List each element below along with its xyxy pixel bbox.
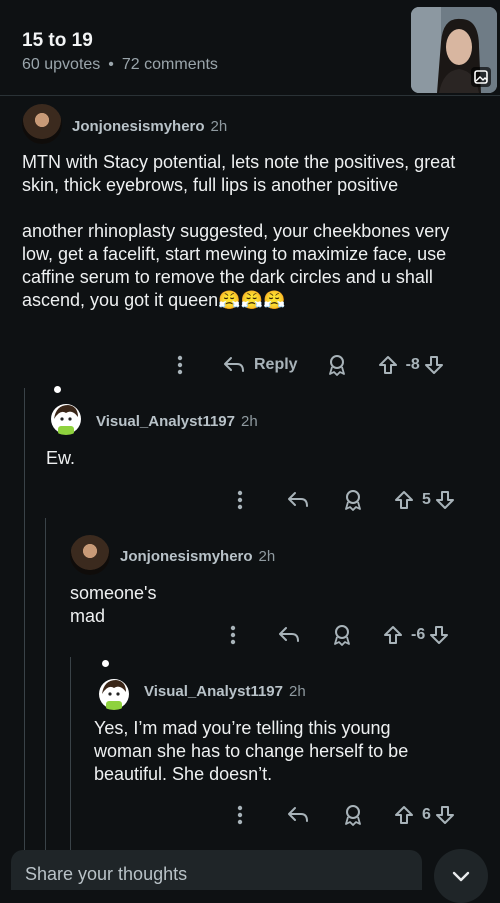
image-icon <box>471 67 491 87</box>
comment-body: MTN with Stacy potential, lets note the … <box>22 152 456 310</box>
vote-group: -6 <box>383 625 449 645</box>
more-vertical-icon[interactable] <box>219 625 247 645</box>
comment-age: 2h <box>240 413 258 430</box>
reply-arrow-icon <box>224 357 244 372</box>
post-title[interactable]: 15 to 19 <box>22 30 93 52</box>
vote-group: 5 <box>394 490 455 510</box>
post-meta: 60 upvotes • 72 comments <box>22 56 218 74</box>
reply-button[interactable]: Reply <box>222 355 298 375</box>
upvote-count: 60 upvotes <box>22 56 101 73</box>
avatar[interactable] <box>46 395 86 435</box>
downvote-icon[interactable] <box>435 805 455 825</box>
avatar[interactable] <box>70 535 110 575</box>
upvote-icon[interactable] <box>394 490 414 510</box>
chevron-down-icon <box>452 871 470 882</box>
comment-author[interactable]: Visual_Analyst1197 2h <box>144 683 306 700</box>
reply-arrow-icon[interactable] <box>286 490 310 510</box>
award-icon[interactable] <box>342 804 364 826</box>
comment-score: -8 <box>405 356 420 373</box>
post-thumbnail[interactable] <box>411 7 497 93</box>
comment-author[interactable]: Jonjonesismyhero 2h <box>72 118 227 135</box>
comment-age: 2h <box>288 683 306 700</box>
comment-body: someone's mad <box>70 583 157 626</box>
comment-actions: 5 <box>226 485 466 515</box>
comment-body: Yes, I’m mad you’re telling this young w… <box>94 718 409 784</box>
upvote-icon[interactable] <box>383 625 403 645</box>
separator-dot: • <box>108 56 114 73</box>
more-vertical-icon[interactable] <box>226 490 254 510</box>
award-icon[interactable] <box>326 354 348 376</box>
upvote-icon[interactable] <box>394 805 414 825</box>
avatar[interactable] <box>22 104 62 144</box>
award-icon[interactable] <box>342 489 364 511</box>
downvote-icon[interactable] <box>435 490 455 510</box>
thread-line-1 <box>24 388 25 875</box>
comment-author[interactable]: Jonjonesismyhero 2h <box>120 548 275 565</box>
comment-body: Ew. <box>46 448 76 468</box>
thread-line-2 <box>45 518 46 875</box>
comment-age: 2h <box>210 118 228 135</box>
comment-score: 5 <box>422 491 431 508</box>
reply-label: Reply <box>254 356 298 373</box>
more-vertical-icon[interactable] <box>226 805 254 825</box>
reply-arrow-icon[interactable] <box>277 625 301 645</box>
avatar-dot <box>102 660 109 667</box>
comment-score: -6 <box>411 626 426 643</box>
comment-composer[interactable]: Share your thoughts <box>11 850 422 890</box>
collapse-button[interactable] <box>434 849 488 903</box>
more-vertical-icon[interactable] <box>166 355 194 375</box>
thread-line-3 <box>70 657 71 875</box>
comment-actions: -6 <box>219 620 469 650</box>
downvote-icon[interactable] <box>429 625 449 645</box>
comment-actions: 6 <box>226 800 466 830</box>
comment-age: 2h <box>258 548 276 565</box>
comment-score: 6 <box>422 806 431 823</box>
comment-author[interactable]: Visual_Analyst1197 2h <box>96 413 258 430</box>
downvote-icon[interactable] <box>424 355 444 375</box>
comment-actions: Reply -8 <box>166 350 466 380</box>
vote-group: -8 <box>378 355 444 375</box>
reply-arrow-icon[interactable] <box>286 805 310 825</box>
comment-count: 72 comments <box>121 56 218 73</box>
upvote-icon[interactable] <box>378 355 398 375</box>
vote-group: 6 <box>394 805 455 825</box>
avatar[interactable] <box>94 670 134 710</box>
award-icon[interactable] <box>331 624 353 646</box>
avatar-dot <box>54 386 61 393</box>
post-header: 15 to 19 60 upvotes • 72 comments <box>0 0 500 96</box>
